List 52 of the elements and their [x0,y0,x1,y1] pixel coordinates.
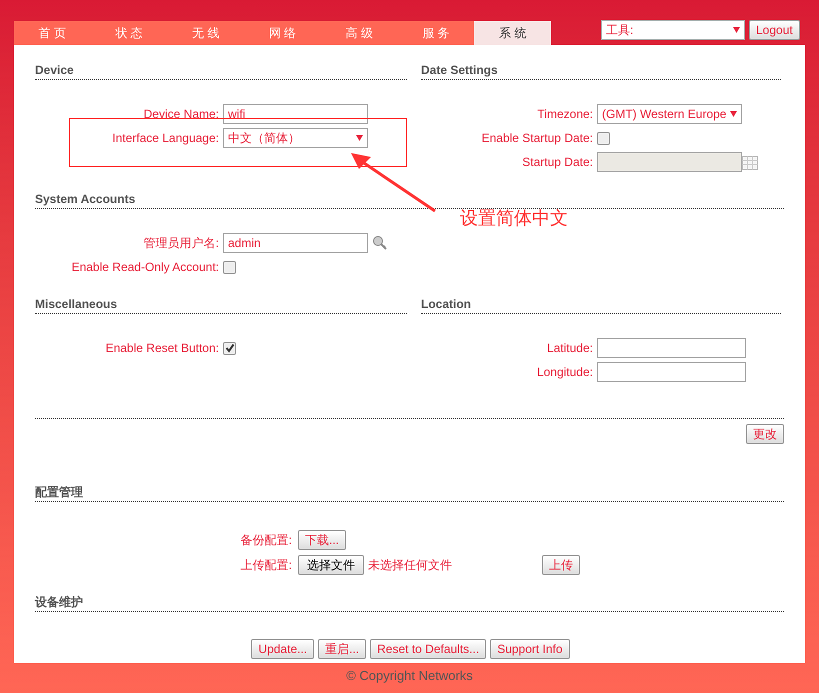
action-button[interactable]: Support Info [490,639,570,659]
action-button[interactable]: 下载... [298,530,346,550]
checkbox[interactable] [597,132,610,144]
action-button[interactable]: Update... [251,639,314,659]
choose-file-button[interactable]: 选择文件 [298,555,364,575]
nav-tab[interactable]: 系 统 [474,21,552,45]
field-label: Longitude: [536,364,594,381]
section-heading: Date Settings [421,63,498,77]
field-label: Device Name: [142,106,220,123]
dropdown[interactable]: 中文（简体） [223,128,368,148]
file-status: 未选择任何文件 [368,557,453,574]
field-label: 上传配置: [240,557,293,574]
checkbox[interactable] [223,260,236,274]
field-label: Latitude: [546,340,594,357]
field-label: 管理员用户名: [142,235,220,252]
nav-tab[interactable]: 高 级 [320,21,398,45]
text-field[interactable]: admin [223,233,368,253]
field-label: Interface Language: [111,130,220,147]
section-heading: Location [421,297,471,311]
action-button[interactable]: Logout [749,20,800,40]
action-button[interactable]: Reset to Defaults... [370,639,486,659]
caret-icon [730,111,737,117]
dropdown[interactable]: (GMT) Western Europe [597,104,742,124]
action-button[interactable]: 上传 [542,555,580,575]
copyright-text: © Copyright Networks [346,667,473,685]
section-heading: 设备维护 [35,595,83,609]
nav-tab[interactable]: 网 络 [244,21,321,45]
text-field[interactable] [597,362,746,382]
section-heading: System Accounts [35,192,136,206]
field-label: Enable Startup Date: [480,130,594,147]
action-button[interactable]: 更改 [746,424,784,444]
section-heading: 配置管理 [35,485,83,499]
nav-tab[interactable]: 无 线 [167,21,244,45]
section-heading: Device [35,63,74,77]
field-label: Enable Reset Button: [104,340,220,357]
field-label: 备份配置: [240,532,293,549]
nav-tab[interactable]: 首 页 [14,21,91,45]
text-field[interactable]: wifi [223,104,368,124]
field-label: Startup Date: [521,154,594,171]
section-heading: Miscellaneous [35,297,118,311]
nav-tab[interactable]: 服 务 [398,21,474,45]
action-button[interactable]: 重启... [318,639,366,659]
annotation-text: 设置简体中文 [460,207,568,230]
tools-dropdown[interactable]: 工具: [601,20,745,40]
field-label: Enable Read-Only Account: [70,259,220,276]
checkbox[interactable] [223,342,236,354]
caret-icon [356,135,363,141]
calendar-icon[interactable] [742,154,758,170]
caret-icon [733,27,740,33]
field-label: Timezone: [536,106,594,123]
nav-tab[interactable]: 状 态 [90,21,168,45]
text-field[interactable] [597,338,746,358]
